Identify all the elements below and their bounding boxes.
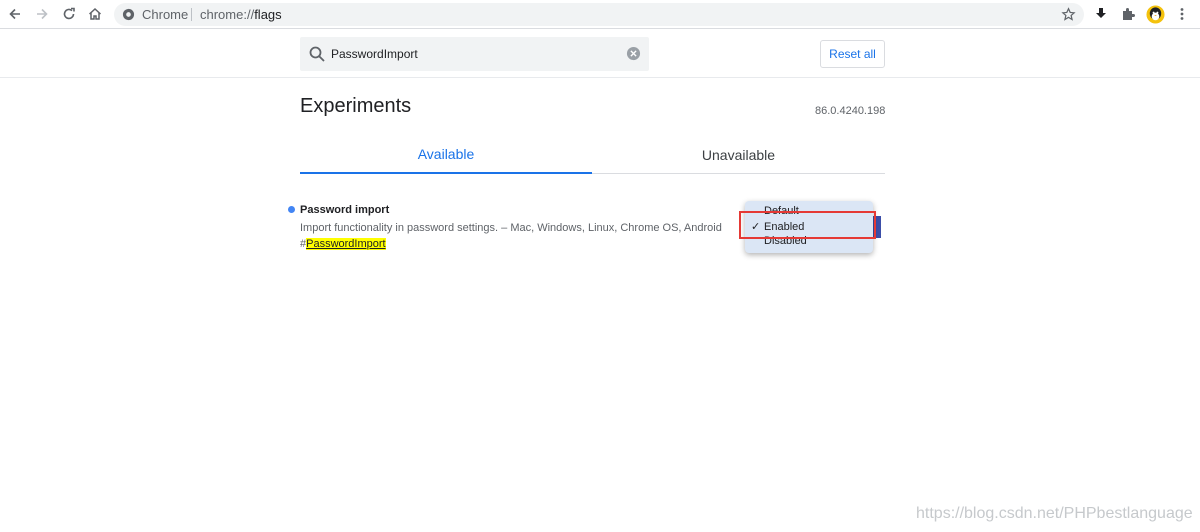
- bookmark-star-icon[interactable]: [1061, 7, 1076, 22]
- chrome-page-icon: [122, 8, 135, 21]
- version-label: 86.0.4240.198: [815, 105, 886, 117]
- site-chip: Chrome: [142, 7, 189, 22]
- search-input[interactable]: PasswordImport: [331, 47, 418, 61]
- profile-button[interactable]: [1144, 3, 1166, 25]
- forward-arrow-icon: [37, 8, 48, 20]
- url-text: chrome://flags: [200, 7, 282, 22]
- modified-indicator-dot: [288, 206, 295, 213]
- back-arrow-icon: [9, 8, 20, 20]
- avatar-icon: [1145, 4, 1165, 24]
- menu-button[interactable]: [1171, 3, 1193, 25]
- clear-search-icon[interactable]: [626, 46, 641, 61]
- url-host: flags: [254, 7, 282, 22]
- home-icon: [88, 7, 102, 20]
- page-title: Experiments: [300, 95, 412, 117]
- reload-icon: [63, 7, 75, 20]
- experiment-description: Import functionality in password setting…: [300, 222, 722, 234]
- url-prefix: chrome://: [200, 7, 255, 22]
- download-icon: [1096, 8, 1106, 18]
- experiments-tabs: Available Unavailable: [300, 136, 885, 174]
- back-button[interactable]: [4, 3, 26, 25]
- permalink-text[interactable]: PasswordImport: [306, 238, 386, 250]
- address-bar[interactable]: Chrome chrome://flags: [114, 3, 1084, 26]
- tab-unavailable[interactable]: Unavailable: [592, 136, 885, 173]
- omnibox-separator: [191, 8, 192, 21]
- extensions-button[interactable]: [1117, 3, 1139, 25]
- annotation-highlight-box: [739, 211, 876, 239]
- downloads-button[interactable]: [1090, 3, 1112, 25]
- home-button[interactable]: [84, 3, 106, 25]
- experiment-name: Password import: [300, 204, 390, 216]
- experiment-permalink[interactable]: #PasswordImport: [300, 238, 386, 250]
- tab-available[interactable]: Available: [300, 136, 592, 174]
- reset-all-button[interactable]: Reset all: [820, 40, 885, 68]
- puzzle-icon: [1123, 8, 1135, 20]
- watermark: https://blog.csdn.net/PHPbestlanguage: [916, 505, 1193, 522]
- reload-button[interactable]: [58, 3, 80, 25]
- flags-search-box[interactable]: PasswordImport: [300, 37, 649, 71]
- kebab-menu-icon: [1180, 8, 1184, 20]
- forward-button[interactable]: [31, 3, 53, 25]
- browser-toolbar: Chrome chrome://flags: [0, 0, 1200, 29]
- search-icon: [309, 46, 325, 62]
- flags-header: PasswordImport Reset all: [0, 30, 1200, 78]
